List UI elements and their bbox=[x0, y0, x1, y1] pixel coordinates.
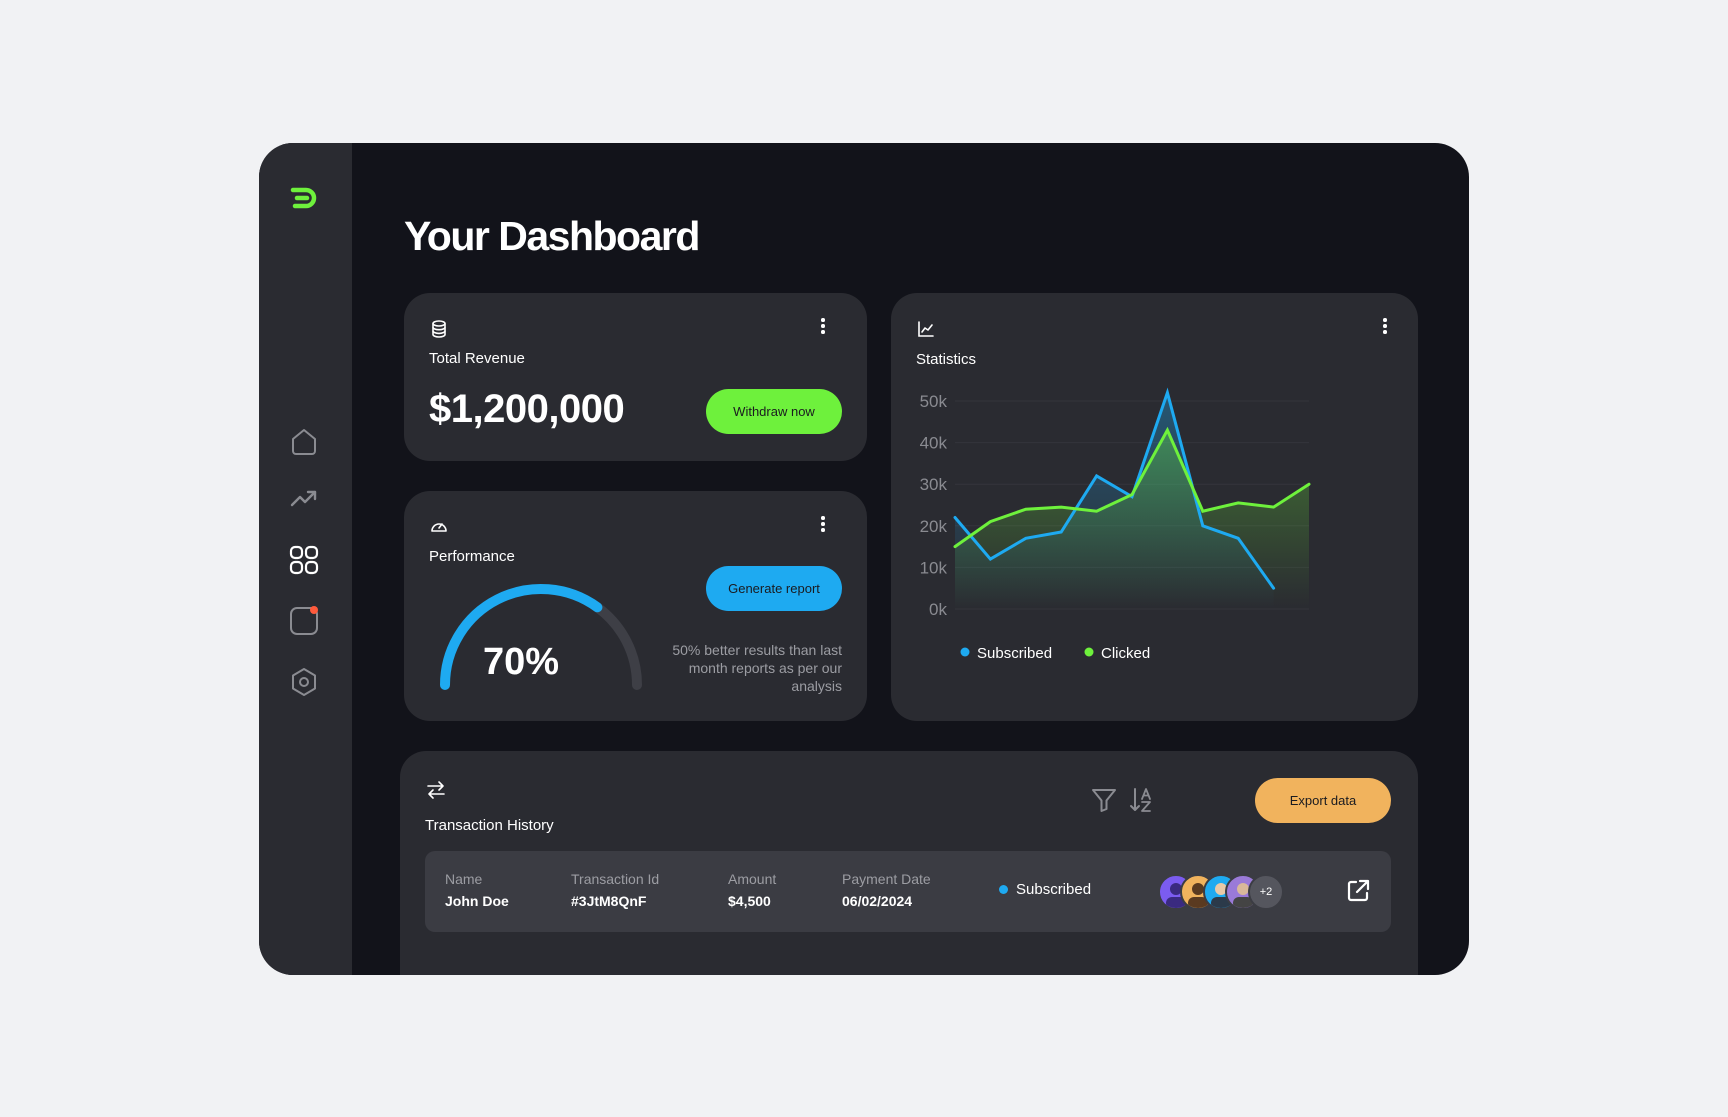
dashboard-window: Your Dashboard Total Revenue $1,200,000 … bbox=[259, 143, 1469, 975]
export-data-button[interactable]: Export data bbox=[1255, 778, 1391, 823]
sidebar bbox=[259, 143, 352, 975]
sidebar-item-home[interactable] bbox=[283, 421, 325, 463]
transaction-history-title: Transaction History bbox=[425, 817, 554, 834]
swap-arrows-icon bbox=[427, 781, 445, 799]
column-header: Name bbox=[445, 871, 483, 887]
external-link-icon[interactable] bbox=[1345, 878, 1371, 904]
col-name: Name John Doe bbox=[445, 871, 509, 909]
sidebar-item-notifications[interactable] bbox=[283, 600, 325, 642]
y-tick-label: 30k bbox=[920, 475, 948, 494]
column-header: Amount bbox=[728, 871, 777, 887]
revenue-title: Total Revenue bbox=[429, 350, 525, 367]
revenue-more-menu[interactable] bbox=[813, 315, 833, 337]
revenue-card: Total Revenue $1,200,000 Withdraw now bbox=[404, 293, 867, 461]
cell-payment-date: 06/02/2024 bbox=[842, 893, 913, 909]
generate-report-button[interactable]: Generate report bbox=[706, 566, 842, 611]
hexagon-settings-icon bbox=[292, 668, 316, 696]
revenue-value: $1,200,000 bbox=[429, 387, 625, 431]
cell-transaction-id: #3JtM8QnF bbox=[571, 893, 647, 909]
grid-icon bbox=[289, 545, 319, 575]
column-header: Transaction Id bbox=[571, 871, 660, 887]
avatar-overflow-count: +2 bbox=[1248, 874, 1284, 910]
col-amount: Amount $4,500 bbox=[728, 871, 776, 909]
page-title: Your Dashboard bbox=[404, 213, 700, 259]
performance-title: Performance bbox=[429, 548, 515, 565]
sidebar-item-analytics[interactable] bbox=[283, 478, 325, 520]
performance-more-menu[interactable] bbox=[813, 513, 833, 535]
cell-name: John Doe bbox=[445, 893, 509, 909]
notification-dot bbox=[310, 606, 318, 614]
statistics-chart: 50k 40k 30k 20k 10k 0k Subscribed Clicked bbox=[920, 387, 1311, 662]
transaction-history-card: Transaction History Export data Name Joh… bbox=[400, 751, 1418, 975]
legend-label: Subscribed bbox=[977, 645, 1052, 662]
y-tick-label: 50k bbox=[920, 392, 948, 411]
gauge-icon bbox=[431, 523, 447, 532]
home-icon bbox=[292, 429, 316, 455]
status-dot bbox=[999, 885, 1008, 894]
filter-icon[interactable] bbox=[1090, 786, 1118, 814]
y-tick-label: 10k bbox=[920, 558, 948, 577]
withdraw-button[interactable]: Withdraw now bbox=[706, 389, 842, 434]
trending-up-icon bbox=[290, 490, 317, 507]
performance-value: 70% bbox=[483, 641, 560, 683]
col-transaction-id: Transaction Id #3JtM8QnF bbox=[571, 871, 659, 909]
legend-label: Clicked bbox=[1101, 645, 1150, 662]
status-text: Subscribed bbox=[1016, 881, 1092, 898]
table-row[interactable]: Name John Doe Transaction Id #3JtM8QnF A… bbox=[425, 851, 1391, 932]
col-payment-date: Payment Date 06/02/2024 bbox=[842, 871, 931, 909]
column-header: Payment Date bbox=[842, 871, 931, 887]
legend-dot bbox=[960, 647, 970, 657]
y-tick-label: 0k bbox=[929, 600, 947, 619]
sort-az-icon[interactable] bbox=[1128, 786, 1156, 814]
performance-card: Performance 70% Generate report 50% bett… bbox=[404, 491, 867, 721]
legend-dot bbox=[1084, 647, 1094, 657]
sidebar-item-settings[interactable] bbox=[283, 661, 325, 703]
avatar-group[interactable]: +2 bbox=[1158, 874, 1298, 910]
sidebar-item-apps[interactable] bbox=[283, 539, 325, 581]
series-area-clicked bbox=[955, 430, 1309, 609]
database-icon bbox=[432, 320, 446, 338]
gauge-track bbox=[592, 602, 642, 690]
y-tick-label: 40k bbox=[920, 434, 948, 453]
performance-note: 50% better results than last month repor… bbox=[672, 642, 842, 694]
cell-amount: $4,500 bbox=[728, 893, 771, 909]
status-badge: Subscribed bbox=[999, 881, 1091, 898]
y-tick-label: 20k bbox=[920, 517, 948, 536]
statistics-card: Statistics 50k 40k 30k 20k 10k 0k Subscribed Cl… bbox=[891, 293, 1418, 721]
brand-logo[interactable] bbox=[289, 183, 319, 213]
